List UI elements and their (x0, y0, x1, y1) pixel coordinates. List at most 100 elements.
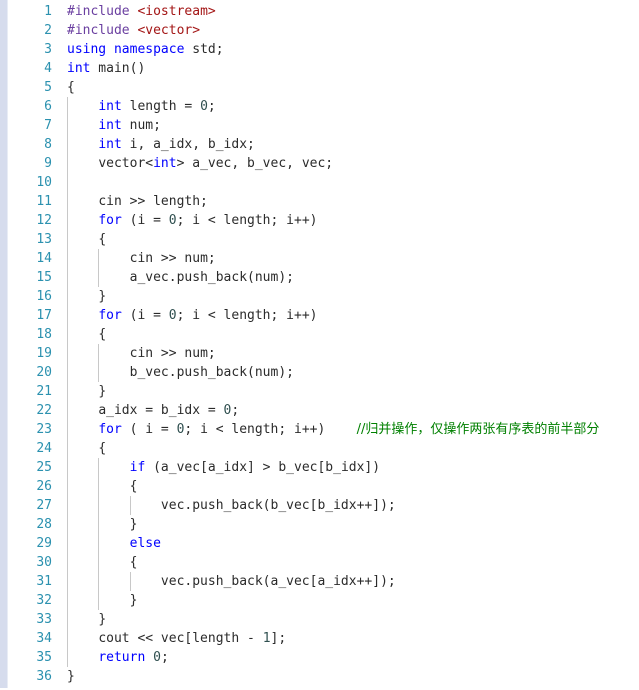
code-line[interactable]: int length = 0; (58, 97, 639, 116)
code-line[interactable]: } (58, 382, 639, 401)
indent-guide-line (129, 496, 131, 515)
indent-guide-line (67, 458, 68, 477)
line-number: 22 (36, 403, 52, 418)
code-line[interactable]: int num; (58, 116, 639, 135)
code-identifier: ( i = (121, 422, 177, 437)
code-line[interactable]: a_vec.push_back(num); (58, 268, 639, 287)
code-line[interactable]: for ( i = 0; i < length; i++) //归并操作，仅操作… (58, 420, 639, 439)
indent-guide-line (98, 363, 100, 382)
code-identifier: { (98, 232, 107, 247)
indent-guide-line (67, 572, 68, 591)
code-line[interactable]: } (58, 591, 639, 610)
line-number-gutter: 1 2 3 4 5 6 7 8 9 10 11 12 13 14 15 16 17 18 19 20 21 22 23 24 2… (8, 0, 58, 688)
code-identifier: { (98, 441, 107, 456)
code-keyword: int (67, 61, 91, 76)
code-line[interactable]: else (58, 534, 639, 553)
code-line[interactable]: { (58, 78, 639, 97)
indent-guide-line (67, 97, 68, 116)
code-identifier: (a_vec[a_idx] > b_vec[b_idx]) (145, 460, 381, 475)
line-number: 26 (36, 479, 52, 494)
code-line[interactable]: #include <iostream> (58, 2, 639, 21)
code-line[interactable]: } (58, 610, 639, 629)
indent-guide-line (67, 648, 68, 667)
code-line[interactable]: for (i = 0; i < length; i++) (58, 211, 639, 230)
code-line[interactable]: cin >> length; (58, 192, 639, 211)
code-identifier: } (129, 517, 138, 532)
line-number: 13 (36, 232, 52, 247)
code-line[interactable]: } (58, 667, 639, 686)
line-number: 14 (36, 251, 52, 266)
code-comment: //归并操作，仅操作两张有序表的前半部分 (356, 422, 600, 437)
code-identifier: { (129, 479, 138, 494)
line-number: 3 (44, 42, 52, 57)
code-line[interactable]: #include <vector> (58, 21, 639, 40)
code-identifier: > a_vec, b_vec, vec; (176, 156, 334, 171)
code-line[interactable]: } (58, 515, 639, 534)
code-line[interactable]: int main() (58, 59, 639, 78)
line-number: 27 (36, 498, 52, 513)
code-text-area[interactable]: #include <iostream> #include <vector> usin… (58, 0, 639, 690)
code-line[interactable]: return 0; (58, 648, 639, 667)
code-line[interactable] (58, 173, 639, 192)
code-keyword: int (153, 156, 177, 171)
indent-guide-line (67, 534, 68, 553)
code-keyword: if (129, 460, 146, 475)
code-line[interactable]: if (a_vec[a_idx] > b_vec[b_idx]) (58, 458, 639, 477)
indent-guide-line (98, 344, 100, 363)
code-line[interactable]: int i, a_idx, b_idx; (58, 135, 639, 154)
code-line[interactable]: { (58, 477, 639, 496)
line-number: 20 (36, 365, 52, 380)
line-number: 7 (44, 118, 52, 133)
line-number: 19 (36, 346, 52, 361)
line-number: 16 (36, 289, 52, 304)
code-line[interactable]: cin >> num; (58, 249, 639, 268)
code-line[interactable]: for (i = 0; i < length; i++) (58, 306, 639, 325)
line-number: 35 (36, 650, 52, 665)
code-identifier: cin >> num; (129, 251, 216, 266)
code-line[interactable]: vector<int> a_vec, b_vec, vec; (58, 154, 639, 173)
code-identifier (325, 422, 356, 437)
code-line[interactable]: { (58, 325, 639, 344)
code-line[interactable]: using namespace std; (58, 40, 639, 59)
indent-guide-line (98, 268, 100, 287)
code-line[interactable]: b_vec.push_back(num); (58, 363, 639, 382)
code-identifier: length = (121, 99, 201, 114)
code-line[interactable]: } (58, 287, 639, 306)
code-identifier: b_vec.push_back(num); (129, 365, 294, 380)
indent-guide-line (67, 344, 68, 363)
code-identifier: } (129, 593, 138, 608)
line-number: 18 (36, 327, 52, 342)
line-number: 17 (36, 308, 52, 323)
code-editor[interactable]: 1 2 3 4 5 6 7 8 9 10 11 12 13 14 15 16 17 18 19 20 21 22 23 24 2… (0, 0, 639, 690)
line-number: 25 (36, 460, 52, 475)
line-number: 11 (36, 194, 52, 209)
code-header-literal: <iostream> (137, 4, 216, 19)
code-line[interactable]: vec.push_back(b_vec[b_idx++]); (58, 496, 639, 515)
indent-guide-line (98, 534, 100, 553)
code-identifier: std; (184, 42, 224, 57)
code-line[interactable]: { (58, 553, 639, 572)
editor-left-margin-strip (0, 0, 8, 688)
code-line[interactable]: { (58, 230, 639, 249)
code-keyword: int (98, 99, 122, 114)
code-identifier: ; (160, 650, 169, 665)
indent-guide-line (67, 439, 68, 458)
code-line[interactable]: vec.push_back(a_vec[a_idx++]); (58, 572, 639, 591)
code-line[interactable]: cin >> num; (58, 344, 639, 363)
code-line[interactable]: { (58, 439, 639, 458)
line-number: 33 (36, 612, 52, 627)
code-line[interactable]: cout << vec[length - 1]; (58, 629, 639, 648)
code-line[interactable]: a_idx = b_idx = 0; (58, 401, 639, 420)
indent-guide-line (67, 249, 68, 268)
line-number: 10 (36, 175, 52, 190)
line-number: 1 (44, 4, 52, 19)
code-header-literal: <vector> (137, 23, 201, 38)
code-identifier: ]; (270, 631, 287, 646)
indent-guide-line (67, 173, 68, 192)
indent-guide-line (67, 363, 68, 382)
